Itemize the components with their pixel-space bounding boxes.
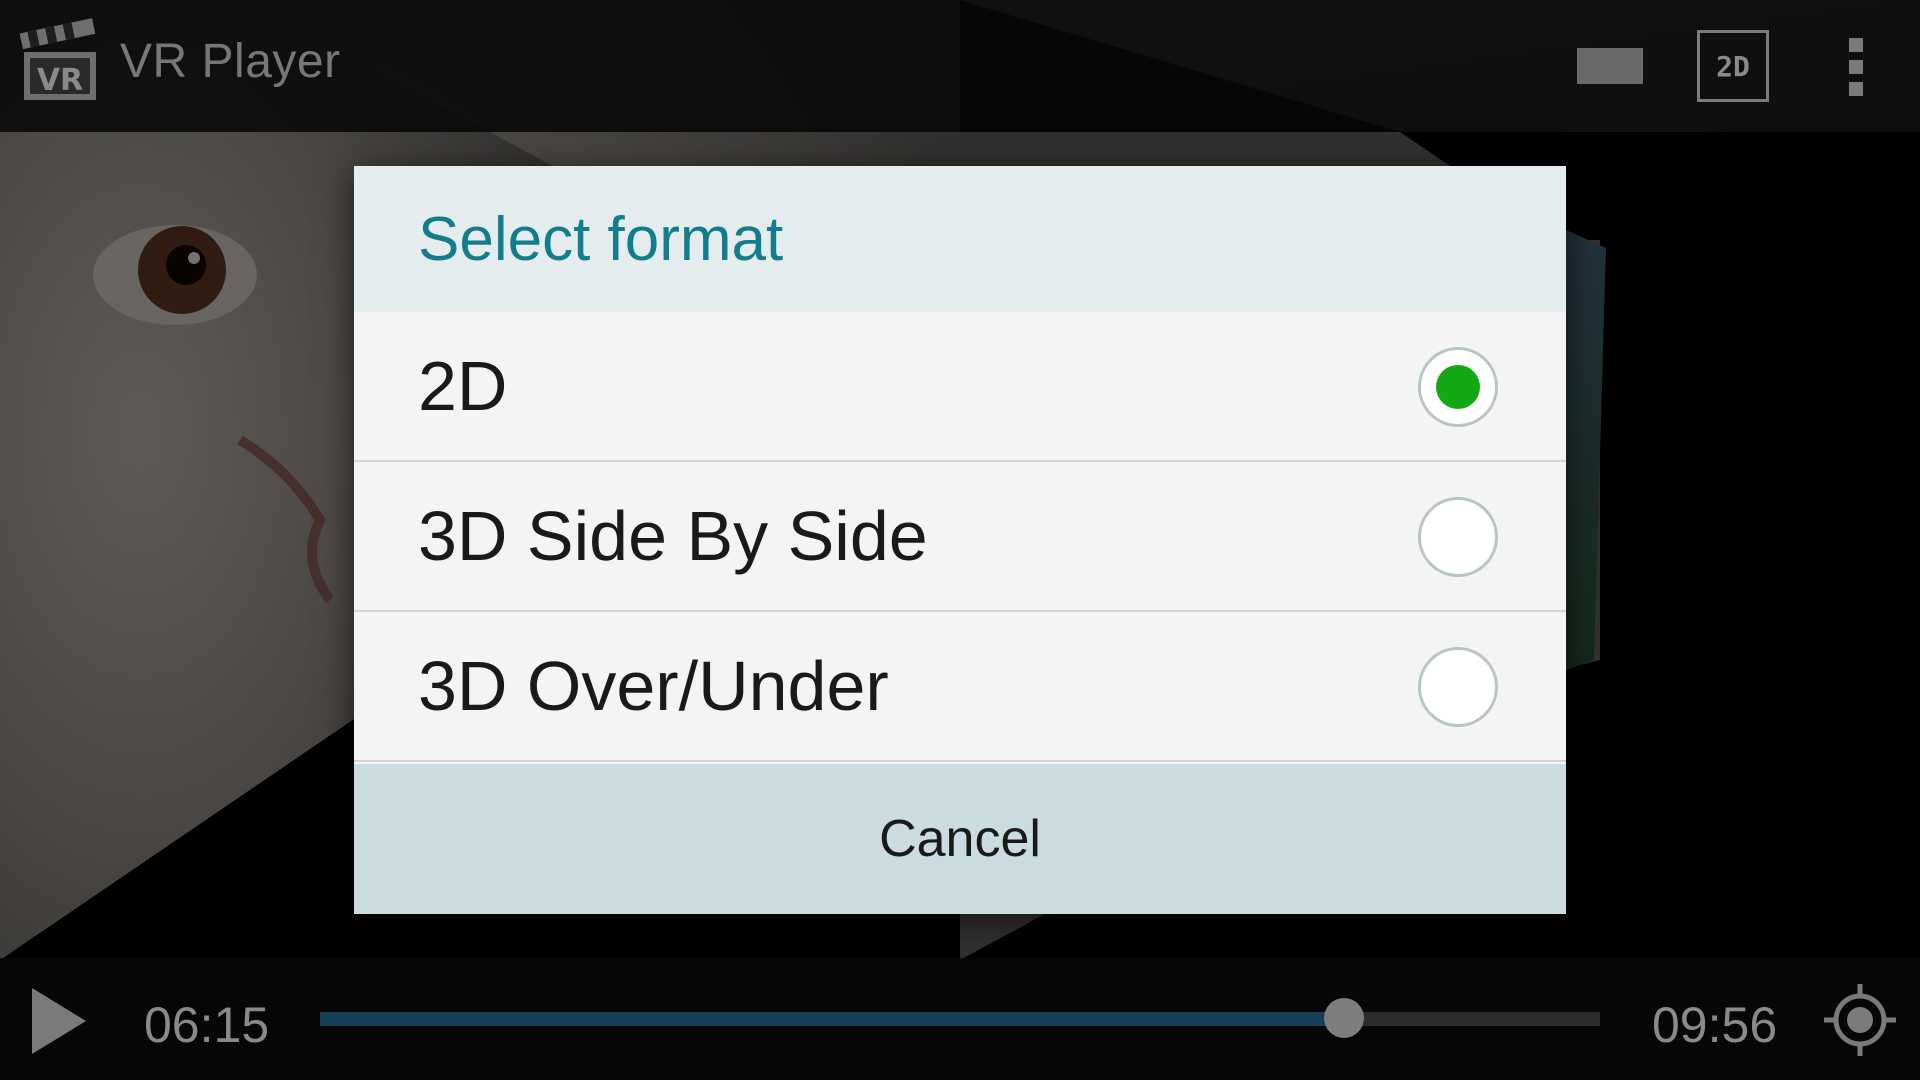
seek-bar[interactable]	[320, 998, 1600, 1038]
playback-controls: 06:15 09:56	[0, 958, 1920, 1080]
cancel-button[interactable]: Cancel	[354, 764, 1566, 914]
option-label: 2D	[418, 347, 508, 425]
app-title: VR Player	[120, 35, 341, 88]
dialog-header: Select format	[354, 166, 1566, 312]
recenter-target-icon[interactable]	[1822, 982, 1898, 1058]
format-option-3d-side-by-side[interactable]: 3D Side By Side	[354, 462, 1566, 612]
action-bar: VR VR Player 2D	[0, 0, 1920, 132]
format-2d-button[interactable]: 2D	[1697, 30, 1769, 102]
dialog-title: Select format	[418, 204, 784, 274]
total-time: 09:56	[1652, 997, 1778, 1053]
overflow-menu-icon[interactable]	[1830, 34, 1882, 100]
format-option-3d-over-under[interactable]: 3D Over/Under	[354, 612, 1566, 762]
vr-clapperboard-logo-icon[interactable]: VR	[18, 18, 100, 104]
screen-mode-button[interactable]	[1570, 40, 1650, 92]
cancel-button-label: Cancel	[879, 810, 1041, 868]
seek-progress	[320, 1012, 1344, 1026]
format-option-2d[interactable]: 2D	[354, 312, 1566, 462]
logo-text: VR	[37, 63, 83, 98]
format-2d-icon-label: 2D	[1716, 49, 1750, 83]
radio-button-3d-over-under[interactable]	[1418, 647, 1498, 727]
seek-thumb[interactable]	[1324, 998, 1364, 1038]
radio-checked-dot	[1436, 365, 1480, 409]
select-format-dialog: Select format 2D 3D Side By Side 3D Over…	[354, 166, 1566, 914]
option-label: 3D Over/Under	[418, 647, 889, 725]
play-icon[interactable]	[28, 986, 90, 1056]
current-time: 06:15	[144, 997, 270, 1053]
radio-button-3d-side-by-side[interactable]	[1418, 497, 1498, 577]
radio-button-2d[interactable]	[1418, 347, 1498, 427]
option-label: 3D Side By Side	[418, 497, 928, 575]
screen-mode-icon	[1577, 48, 1643, 84]
